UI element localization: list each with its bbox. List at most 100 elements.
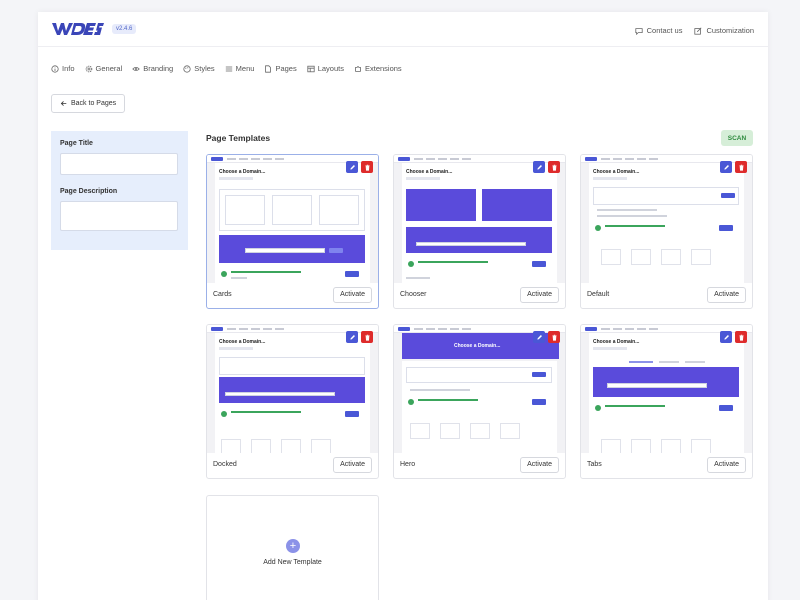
thumb-tld-tile	[631, 249, 651, 265]
tab-extensions[interactable]: Extensions	[354, 64, 402, 73]
page-title-input[interactable]	[60, 153, 178, 175]
thumb-search-button	[329, 248, 343, 253]
add-new-template-card[interactable]: + Add New Template	[206, 495, 379, 600]
thumb-register-panel	[406, 189, 476, 221]
template-card-docked[interactable]: Choose a Domain... Docked Activate	[206, 324, 379, 479]
edit-square-icon	[694, 27, 702, 35]
back-to-pages-button[interactable]: Back to Pages	[51, 94, 126, 113]
activate-button[interactable]: Activate	[520, 286, 559, 303]
template-card-hero[interactable]: Choose a Domain... Hero Activate	[393, 324, 566, 479]
thumb-option	[272, 195, 312, 225]
template-thumbnail: Choose a Domain...	[394, 325, 565, 453]
version-badge: v2.4.6	[112, 24, 137, 34]
thumb-breadcrumb	[219, 177, 253, 180]
thumb-available-dot	[221, 271, 227, 277]
delete-template-button[interactable]	[361, 161, 373, 173]
activate-button[interactable]: Activate	[707, 456, 746, 473]
template-card-tabs[interactable]: Choose a Domain... Tabs Activate	[580, 324, 753, 479]
delete-template-button[interactable]	[548, 161, 560, 173]
activate-button[interactable]: Activate	[707, 286, 746, 303]
thumb-heading: Choose a Domain...	[593, 339, 640, 345]
menu-icon	[225, 66, 232, 71]
thumb-tld-tile	[410, 423, 430, 439]
tab-branding[interactable]: Branding	[132, 64, 173, 73]
settings-nav: Info General Branding Styles Menu Pages …	[51, 64, 402, 73]
thumb-transfer-panel	[482, 189, 552, 221]
thumb-search-button	[532, 372, 546, 377]
thumb-logo	[211, 157, 223, 161]
thumb-result-line	[418, 261, 488, 263]
page-title-label: Page Title	[60, 140, 93, 147]
edit-template-button[interactable]	[533, 331, 545, 343]
thumb-add-button	[532, 261, 546, 267]
delete-template-button[interactable]	[548, 331, 560, 343]
puzzle-icon	[355, 65, 361, 72]
app-logo[interactable]: v2.4.6	[52, 22, 137, 36]
trash-icon	[738, 164, 744, 171]
contact-us-label: Contact us	[646, 26, 683, 35]
thumb-available-dot	[408, 399, 414, 405]
thumb-available-dot	[595, 405, 601, 411]
thumb-add-button	[532, 399, 546, 405]
contact-us-link[interactable]: Contact us	[635, 26, 683, 35]
gear-icon	[85, 65, 92, 72]
thumb-result-line	[418, 399, 478, 401]
thumb-available-dot	[595, 225, 601, 231]
tab-info[interactable]: Info	[51, 64, 75, 73]
edit-template-button[interactable]	[346, 331, 358, 343]
thumb-breadcrumb	[593, 347, 627, 350]
tab-menu[interactable]: Menu	[225, 64, 255, 73]
header-divider	[38, 46, 768, 47]
template-thumbnail: Choose a Domain...	[207, 325, 378, 453]
tab-layouts[interactable]: Layouts	[307, 64, 344, 73]
page-icon	[265, 64, 272, 73]
activate-button[interactable]: Activate	[333, 286, 372, 303]
trash-icon	[551, 164, 557, 171]
arrow-left-icon	[60, 101, 67, 106]
template-name: Default	[587, 291, 610, 298]
main-panel: v2.4.6 Contact us Customization Info Gen…	[38, 12, 768, 600]
thumb-search-banner	[219, 377, 365, 403]
tab-menu-label: Menu	[235, 64, 255, 73]
thumb-price-line	[231, 277, 247, 279]
activate-button[interactable]: Activate	[520, 456, 559, 473]
activate-button[interactable]: Activate	[333, 456, 372, 473]
thumb-tld-tile	[601, 249, 621, 265]
thumb-option	[319, 195, 359, 225]
eye-icon	[132, 66, 140, 71]
template-card-chooser[interactable]: Choose a Domain... Chooser Activate	[393, 154, 566, 309]
tab-styles[interactable]: Styles	[183, 64, 215, 73]
template-card-cards[interactable]: Choose a Domain... Cards Activate	[206, 154, 379, 309]
page-description-textarea[interactable]	[60, 201, 178, 231]
tab-styles-label: Styles	[194, 64, 215, 73]
edit-template-button[interactable]	[533, 161, 545, 173]
template-name: Chooser	[400, 291, 427, 298]
thumb-option	[225, 195, 265, 225]
customization-label: Customization	[706, 26, 754, 35]
card-footer: Tabs Activate	[581, 451, 752, 478]
thumb-add-button	[345, 271, 359, 277]
tab-pages[interactable]: Pages	[264, 64, 297, 73]
customization-link[interactable]: Customization	[694, 26, 754, 35]
thumb-tld-tile	[470, 423, 490, 439]
edit-template-button[interactable]	[720, 331, 732, 343]
delete-template-button[interactable]	[361, 331, 373, 343]
back-to-pages-label: Back to Pages	[71, 100, 117, 107]
thumb-tab	[685, 361, 705, 363]
tab-general[interactable]: General	[85, 64, 122, 73]
template-card-default[interactable]: Choose a Domain... Default Activate	[580, 154, 753, 309]
delete-template-button[interactable]	[735, 331, 747, 343]
thumb-page: Choose a Domain...	[402, 163, 557, 283]
thumb-breadcrumb	[406, 177, 440, 180]
edit-template-button[interactable]	[720, 161, 732, 173]
edit-template-button[interactable]	[346, 161, 358, 173]
card-footer: Hero Activate	[394, 451, 565, 478]
thumb-page: Choose a Domain...	[589, 163, 744, 283]
thumb-tab	[659, 361, 679, 363]
template-name: Tabs	[587, 461, 602, 468]
template-thumbnail: Choose a Domain...	[207, 155, 378, 283]
thumb-page: Choose a Domain...	[589, 333, 744, 453]
pencil-icon	[349, 334, 355, 340]
scan-button[interactable]: SCAN	[721, 130, 753, 146]
delete-template-button[interactable]	[735, 161, 747, 173]
